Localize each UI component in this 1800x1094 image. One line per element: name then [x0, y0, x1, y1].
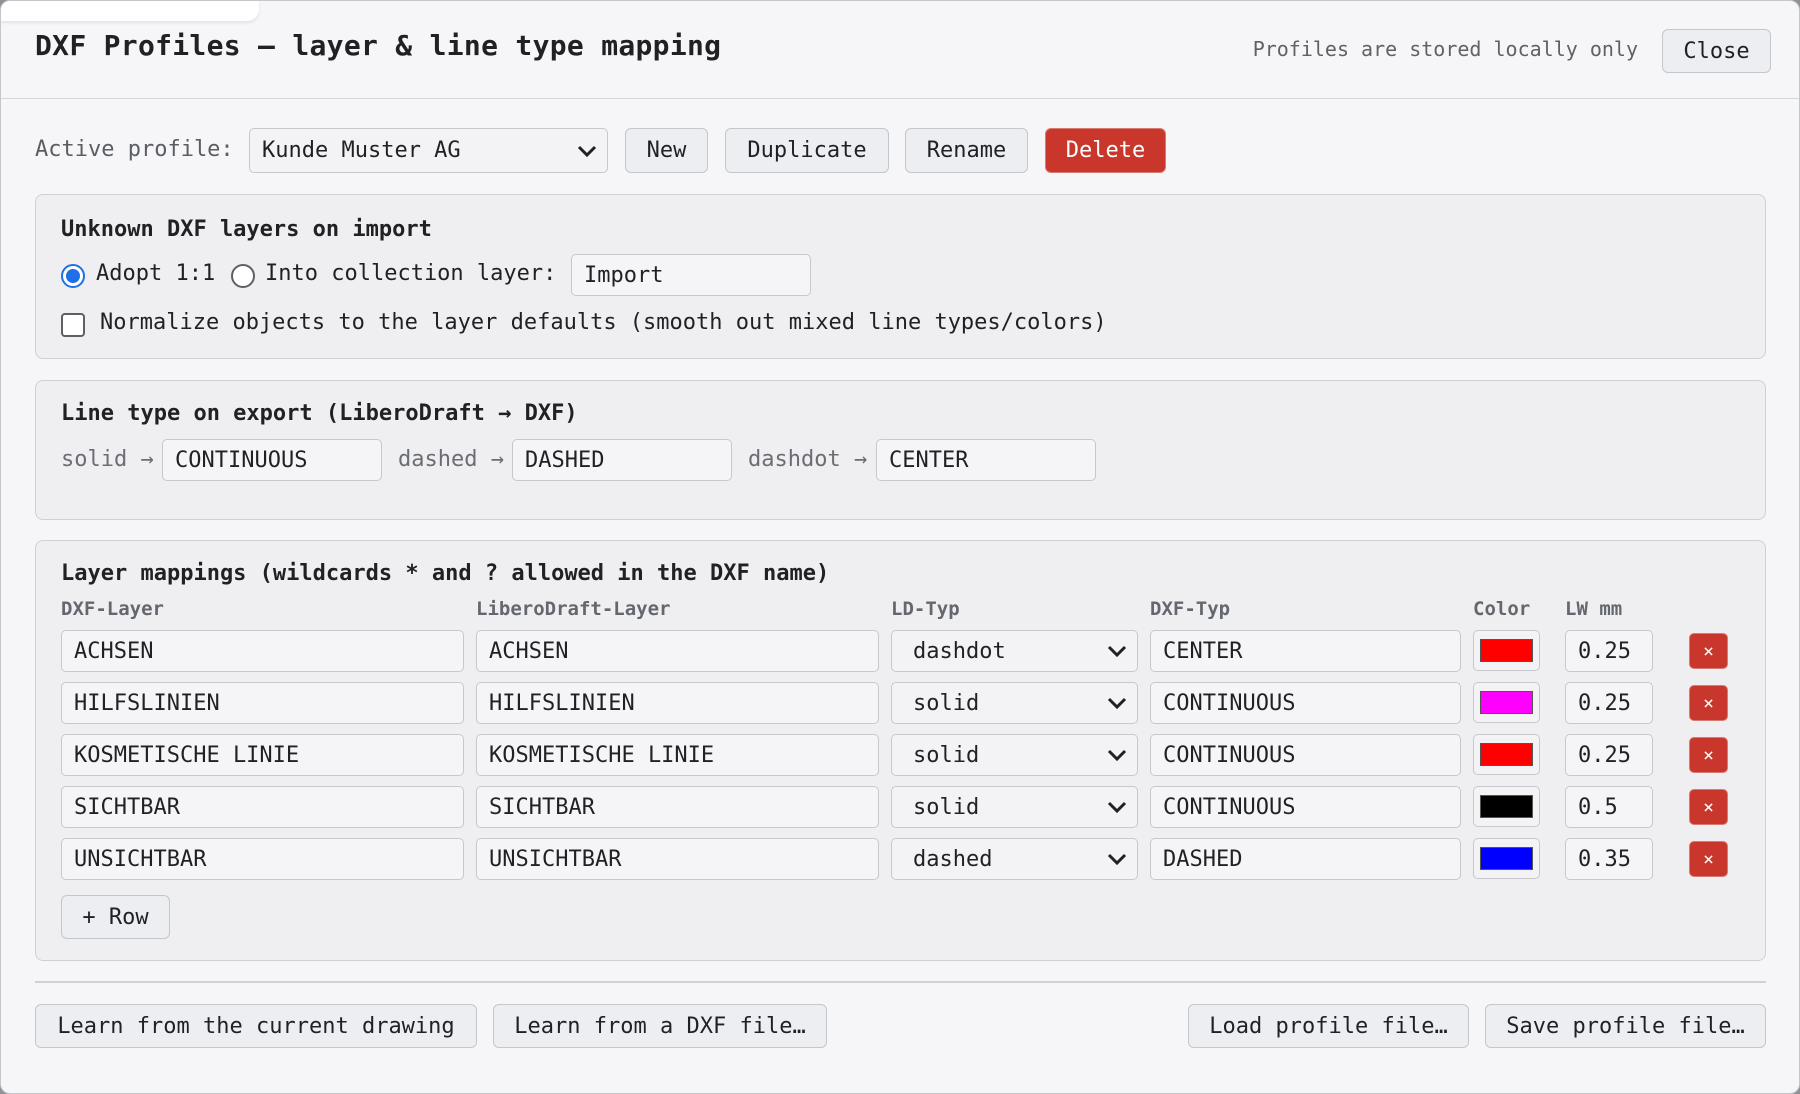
remove-row-button[interactable]: ×: [1689, 841, 1728, 877]
chevron-down-icon: [577, 145, 597, 157]
ld-type-value: solid: [913, 690, 980, 716]
dxf-layer-input[interactable]: UNSICHTBAR: [61, 838, 464, 880]
remove-row-button[interactable]: ×: [1689, 789, 1728, 825]
active-profile-select[interactable]: Kunde Muster AG: [249, 128, 608, 173]
footer-divider: [35, 981, 1766, 983]
rename-profile-button[interactable]: Rename: [905, 128, 1028, 173]
new-profile-button[interactable]: New: [625, 128, 708, 173]
adopt-label: Adopt 1:1: [96, 261, 216, 286]
close-icon: ×: [1703, 744, 1714, 766]
color-swatch: [1480, 743, 1533, 766]
remove-row-button[interactable]: ×: [1689, 685, 1728, 721]
dxf-type-input[interactable]: DASHED: [1150, 838, 1461, 880]
column-header-color: Color: [1473, 598, 1531, 620]
solid-mapping-input[interactable]: CONTINUOUS: [162, 439, 382, 481]
ld-layer-input[interactable]: HILFSLINIEN: [476, 682, 879, 724]
storage-note: Profiles are stored locally only: [1252, 37, 1638, 61]
ld-layer-input[interactable]: UNSICHTBAR: [476, 838, 879, 880]
load-profile-button[interactable]: Load profile file…: [1188, 1004, 1469, 1048]
dialog-title: DXF Profiles — layer & line type mapping: [35, 29, 722, 62]
delete-profile-button[interactable]: Delete: [1045, 128, 1166, 173]
active-profile-value: Kunde Muster AG: [262, 138, 461, 163]
add-row-button[interactable]: + Row: [61, 895, 170, 939]
active-profile-label: Active profile:: [35, 137, 234, 162]
column-header-ld-type: LD-Typ: [891, 598, 960, 620]
chevron-down-icon: [1107, 697, 1127, 710]
learn-dxf-file-button[interactable]: Learn from a DXF file…: [493, 1004, 827, 1048]
close-icon: ×: [1703, 796, 1714, 818]
export-panel: Line type on export (LiberoDraft → DXF) …: [35, 380, 1766, 520]
duplicate-profile-button[interactable]: Duplicate: [725, 128, 889, 173]
dxf-type-input[interactable]: CENTER: [1150, 630, 1461, 672]
chevron-down-icon: [1107, 853, 1127, 866]
ld-type-value: dashed: [913, 846, 993, 872]
line-width-input[interactable]: 0.25: [1565, 682, 1653, 724]
close-icon: ×: [1703, 848, 1714, 870]
remove-row-button[interactable]: ×: [1689, 737, 1728, 773]
ld-layer-input[interactable]: ACHSEN: [476, 630, 879, 672]
import-panel: Unknown DXF layers on import Adopt 1:1 I…: [35, 194, 1766, 359]
column-header-dxf-layer: DXF-Layer: [61, 598, 164, 620]
chevron-down-icon: [1107, 645, 1127, 658]
column-header-lw: LW mm: [1565, 598, 1623, 620]
line-width-input[interactable]: 0.25: [1565, 630, 1653, 672]
ld-type-select[interactable]: solid: [891, 734, 1138, 776]
color-swatch: [1480, 795, 1533, 818]
ld-type-value: solid: [913, 794, 980, 820]
dxf-type-input[interactable]: CONTINUOUS: [1150, 734, 1461, 776]
ld-type-value: solid: [913, 742, 980, 768]
normalize-checkbox[interactable]: [61, 313, 85, 337]
remove-row-button[interactable]: ×: [1689, 633, 1728, 669]
color-picker[interactable]: [1473, 838, 1540, 879]
dashdot-mapping-input[interactable]: CENTER: [876, 439, 1096, 481]
dxf-type-input[interactable]: CONTINUOUS: [1150, 682, 1461, 724]
mappings-panel-title: Layer mappings (wildcards * and ? allowe…: [61, 561, 830, 586]
export-panel-title: Line type on export (LiberoDraft → DXF): [61, 401, 578, 426]
chevron-down-icon: [1107, 801, 1127, 814]
chevron-down-icon: [1107, 749, 1127, 762]
close-icon: ×: [1703, 640, 1714, 662]
ld-type-select[interactable]: dashed: [891, 838, 1138, 880]
save-profile-button[interactable]: Save profile file…: [1485, 1004, 1766, 1048]
line-width-input[interactable]: 0.5: [1565, 786, 1653, 828]
line-width-input[interactable]: 0.35: [1565, 838, 1653, 880]
mappings-panel: Layer mappings (wildcards * and ? allowe…: [35, 540, 1766, 961]
ld-type-select[interactable]: dashdot: [891, 630, 1138, 672]
normalize-label: Normalize objects to the layer defaults …: [100, 310, 1107, 335]
ld-type-value: dashdot: [913, 638, 1006, 664]
column-header-ld-layer: LiberoDraft-Layer: [476, 598, 671, 620]
ld-layer-input[interactable]: SICHTBAR: [476, 786, 879, 828]
dashdot-mapping-label: dashdot →: [748, 447, 868, 472]
dashed-mapping-label: dashed →: [398, 447, 504, 472]
dxf-layer-input[interactable]: HILFSLINIEN: [61, 682, 464, 724]
import-panel-title: Unknown DXF layers on import: [61, 217, 432, 242]
collection-label: Into collection layer:: [265, 261, 557, 286]
dxf-profiles-dialog: DXF Profiles — layer & line type mapping…: [0, 0, 1800, 1094]
dxf-layer-input[interactable]: KOSMETISCHE LINIE: [61, 734, 464, 776]
ld-type-select[interactable]: solid: [891, 786, 1138, 828]
ld-layer-input[interactable]: KOSMETISCHE LINIE: [476, 734, 879, 776]
solid-mapping-label: solid →: [61, 447, 154, 472]
dxf-layer-input[interactable]: ACHSEN: [61, 630, 464, 672]
dashed-mapping-input[interactable]: DASHED: [512, 439, 732, 481]
color-picker[interactable]: [1473, 630, 1540, 671]
dxf-type-input[interactable]: CONTINUOUS: [1150, 786, 1461, 828]
color-swatch: [1480, 691, 1533, 714]
ld-type-select[interactable]: solid: [891, 682, 1138, 724]
column-header-dxf-type: DXF-Typ: [1150, 598, 1231, 620]
close-icon: ×: [1703, 692, 1714, 714]
color-picker[interactable]: [1473, 682, 1540, 723]
adopt-radio[interactable]: [61, 264, 85, 288]
dialog-header: DXF Profiles — layer & line type mapping…: [1, 1, 1799, 99]
learn-current-drawing-button[interactable]: Learn from the current drawing: [35, 1004, 477, 1048]
color-picker[interactable]: [1473, 786, 1540, 827]
dxf-layer-input[interactable]: SICHTBAR: [61, 786, 464, 828]
color-picker[interactable]: [1473, 734, 1540, 775]
color-swatch: [1480, 847, 1533, 870]
close-button[interactable]: Close: [1662, 29, 1771, 73]
color-swatch: [1480, 639, 1533, 662]
collection-radio[interactable]: [231, 264, 255, 288]
collection-layer-input[interactable]: Import: [571, 254, 811, 296]
line-width-input[interactable]: 0.25: [1565, 734, 1653, 776]
